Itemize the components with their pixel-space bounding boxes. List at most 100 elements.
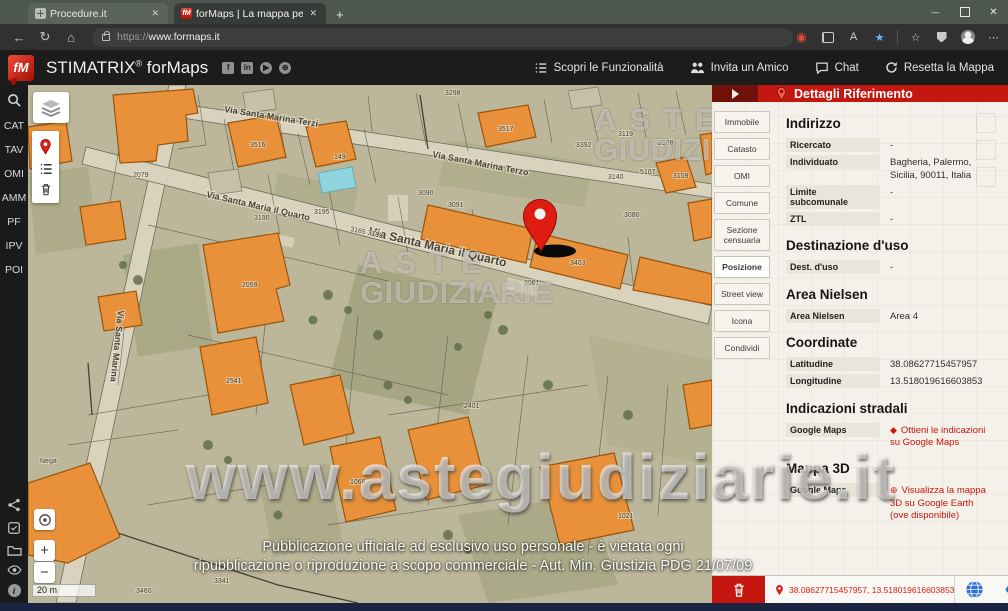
search-icon[interactable] (7, 93, 22, 108)
menu-invita-amico[interactable]: Invita un Amico (690, 61, 789, 74)
globe-icon[interactable] (965, 580, 984, 599)
chat-icon (815, 61, 829, 74)
sidebar-item[interactable]: CAT (0, 114, 28, 138)
menu-resetta-mappa[interactable]: Resetta la Mappa (885, 61, 994, 74)
close-button[interactable] (979, 0, 1008, 24)
map-canvas[interactable]: Via Santa Marina TerziVia Santa Marina T… (28, 85, 712, 603)
sidebar-item[interactable]: PF (0, 210, 28, 234)
panel-tab[interactable]: Comune (714, 192, 770, 214)
maximize-button[interactable] (950, 0, 979, 24)
footer-coordinates: 38.08627715457957, 13.518019616603853 (765, 576, 954, 603)
pin-tool-icon[interactable] (39, 138, 52, 155)
folder-icon[interactable] (7, 544, 22, 556)
zoom-in-button[interactable]: + (34, 540, 55, 561)
trash-tool-icon[interactable] (40, 183, 52, 196)
panel-tabs: Immobile Catasto OMI Comune Sezione censuari… (714, 111, 770, 359)
geolocate-button[interactable] (34, 509, 55, 530)
split-screen-icon[interactable] (819, 29, 836, 46)
panel-tab[interactable]: OMI (714, 165, 770, 187)
section-title: Indirizzo (786, 116, 992, 131)
field-link[interactable]: ◆Ottieni le indicazioni su Google Maps (880, 423, 992, 450)
field-value: Area 4 (880, 309, 918, 323)
tab-title: forMaps | La mappa per navigar (196, 8, 303, 20)
sidebar-item[interactable]: IPV (0, 234, 28, 258)
tracking-prevention-icon[interactable]: ◉ (793, 29, 810, 46)
browser-tab-formaps[interactable]: fM forMaps | La mappa per navigar (174, 3, 326, 24)
directions-icon[interactable] (1004, 580, 1008, 599)
panel-tab[interactable]: Condividi (714, 337, 770, 359)
sidebar-item[interactable]: OMI (0, 162, 28, 186)
field-row: Ricercato- (786, 138, 992, 152)
zoom-out-button[interactable]: − (34, 562, 55, 583)
menu-scopri-funzionalita[interactable]: Scopri le Funzionalità (534, 61, 664, 75)
panel-tab[interactable]: Street view (714, 283, 770, 305)
field-value: - (880, 212, 893, 226)
field-value: 38.08627715457957 (880, 357, 977, 371)
linkedin-icon[interactable]: in (241, 62, 253, 74)
refresh-icon (885, 61, 898, 74)
new-tab-button[interactable] (336, 7, 344, 24)
brand-title: STIMATRIX® forMaps (46, 58, 208, 78)
field-label: Dest. d'uso (786, 260, 880, 274)
field-value: - (880, 185, 893, 199)
info-icon[interactable]: i (8, 584, 21, 597)
share-icon[interactable] (7, 498, 21, 512)
more-menu-icon[interactable]: ⋯ (985, 29, 1002, 46)
address-bar[interactable]: https://www.formaps.it (92, 28, 793, 47)
read-aloud-icon[interactable]: A (845, 29, 862, 46)
eye-icon[interactable] (7, 565, 22, 575)
globe-icon: ⊕ (890, 485, 898, 495)
favorite-star-icon[interactable]: ★ (871, 29, 888, 46)
left-sidebar: CATTAVOMIAMMPFIPVPOI i (0, 85, 28, 603)
panel-collapse-button[interactable] (712, 85, 758, 102)
panel-tab[interactable]: Posizione (714, 256, 770, 278)
menu-chat[interactable]: Chat (815, 61, 859, 74)
back-icon[interactable]: ← (6, 30, 32, 45)
panel-tab[interactable]: Immobile (714, 111, 770, 133)
geolocate-icon (37, 512, 53, 528)
browser-essentials-icon[interactable] (933, 29, 950, 46)
tab-title: Procedure.it (50, 8, 145, 20)
panel-header: Dettagli Riferimento (712, 85, 1008, 102)
browser-tab-procedure[interactable]: Procedure.it (28, 3, 168, 24)
field-link[interactable]: ⊕Visualizza la mappa 3D su Google Earth … (880, 483, 992, 522)
people-icon (690, 61, 705, 74)
parcel-number: 1021 (618, 513, 634, 520)
parcel-number: 3460 (136, 588, 152, 595)
sidebar-item[interactable]: POI (0, 258, 28, 282)
facebook-icon[interactable]: f (222, 62, 234, 74)
delete-reference-button[interactable] (712, 576, 765, 603)
window-controls (921, 0, 1008, 24)
map-tools-panel (32, 131, 59, 203)
panel-sections: IndirizzoRicercato-IndividuatoBagheria, … (774, 102, 1002, 575)
field-value: - (880, 138, 893, 152)
home-icon[interactable]: ⌂ (58, 30, 84, 45)
field-label: Google Maps (786, 423, 880, 437)
panel-tab[interactable]: Sezione censuaria (714, 219, 770, 251)
parcel-number: 2401 (464, 403, 480, 410)
sidebar-item[interactable]: TAV (0, 138, 28, 162)
profile-avatar[interactable] (959, 29, 976, 46)
sidebar-item[interactable]: AMM (0, 186, 28, 210)
refresh-icon[interactable]: ↻ (32, 29, 58, 45)
minimize-button[interactable] (921, 0, 950, 24)
layers-button[interactable] (33, 92, 69, 123)
field-label: Latitudine (786, 357, 880, 371)
tab-close-icon[interactable] (149, 8, 161, 19)
panel-tab[interactable]: Icona (714, 310, 770, 332)
tab-close-icon[interactable] (307, 8, 319, 19)
favorites-bar-icon[interactable]: ☆ (907, 29, 924, 46)
list-tool-icon[interactable] (39, 163, 53, 175)
page-content: CATTAVOMIAMMPFIPVPOI i (0, 85, 1008, 603)
formaps-logo[interactable]: fM (8, 55, 34, 81)
map-svg: Via Santa Marina TerziVia Santa Marina T… (28, 85, 712, 603)
field-row: Google Maps◆Ottieni le indicazioni su Go… (786, 423, 992, 450)
panel-tab[interactable]: Catasto (714, 138, 770, 160)
parcel-number: 3341 (214, 578, 230, 585)
parcel-number: 3298 (445, 90, 461, 97)
field-row: Google Maps⊕Visualizza la mappa 3D su Go… (786, 483, 992, 522)
youtube-icon[interactable]: ▶ (260, 62, 272, 74)
web-icon[interactable]: ⊕ (279, 62, 291, 74)
frame-icon[interactable] (7, 521, 21, 535)
section-title: Indicazioni stradali (786, 401, 992, 416)
